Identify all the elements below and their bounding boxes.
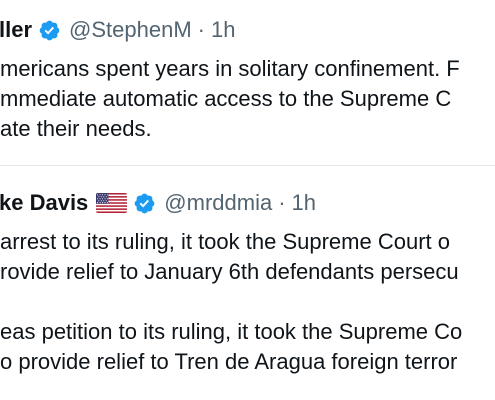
timestamp[interactable]: 1h bbox=[211, 17, 235, 43]
timestamp[interactable]: 1h bbox=[292, 190, 316, 216]
tweet-text-line: eas petition to its ruling, it took the … bbox=[0, 319, 463, 344]
author-name[interactable]: ke Davis bbox=[0, 190, 88, 216]
verified-badge-icon bbox=[39, 20, 60, 40]
timeline-viewport: ller @StephenM · 1h mericans spent years… bbox=[0, 0, 495, 400]
tweet-text-line: o provide relief to Tren de Aragua forei… bbox=[0, 349, 458, 374]
tweet[interactable]: ke Davis @mrddmia · 1h arrest to its rul… bbox=[0, 166, 495, 400]
tweet-text-line: ate their needs. bbox=[0, 116, 152, 141]
tweet-text: arrest to its ruling, it took the Suprem… bbox=[0, 227, 495, 377]
author-name[interactable]: ller bbox=[0, 17, 32, 43]
separator-dot: · bbox=[197, 17, 205, 42]
tweet-text-line: arrest to its ruling, it took the Suprem… bbox=[0, 229, 450, 254]
tweet-text-line: mericans spent years in solitary confine… bbox=[0, 56, 460, 81]
tweet-text-line: mmediate automatic access to the Supreme… bbox=[0, 86, 452, 111]
tweet-text: mericans spent years in solitary confine… bbox=[0, 54, 495, 144]
us-flag-emoji-icon bbox=[96, 193, 128, 213]
tweet-text-line: rovide relief to January 6th defendants … bbox=[0, 259, 459, 284]
tweet-header: ller @StephenM · 1h bbox=[0, 17, 235, 43]
author-handle[interactable]: @mrddmia bbox=[164, 190, 272, 216]
tweet[interactable]: ller @StephenM · 1h mericans spent years… bbox=[0, 0, 495, 166]
tweet-header: ke Davis @mrddmia · 1h bbox=[0, 190, 316, 216]
author-handle[interactable]: @StephenM bbox=[69, 17, 192, 43]
separator-dot: · bbox=[278, 190, 286, 215]
verified-badge-icon bbox=[134, 193, 155, 213]
